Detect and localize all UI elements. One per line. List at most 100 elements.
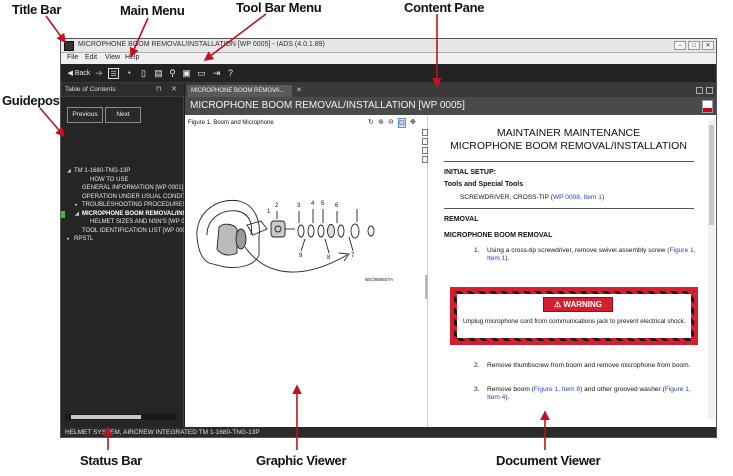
collapse-arrow-icon[interactable]: ◢ <box>67 167 71 176</box>
toc-item[interactable]: HELMET SIZES AND NSN'S [WP 0007] <box>61 218 184 227</box>
tools-heading: Tools and Special Tools <box>444 181 524 188</box>
toc-item[interactable]: HOW TO USE <box>61 176 184 185</box>
figure-title: Figure 1. Boom and Microphone <box>188 120 274 126</box>
expand-arrow-icon[interactable]: ▸ <box>75 201 78 210</box>
step-1-number: 1. <box>474 247 480 254</box>
notes-icon[interactable]: ▤ <box>153 68 164 79</box>
document-tab[interactable]: MICROPHONE BOOM REMOVA... <box>187 85 292 97</box>
sidebar-tool-1-icon[interactable] <box>422 129 428 136</box>
callout-number-4: 4 <box>311 201 315 207</box>
sidebar-tool-3-icon[interactable] <box>422 147 428 154</box>
menu-edit[interactable]: Edit <box>85 54 97 61</box>
collapse-arrow-icon[interactable]: ◢ <box>75 210 79 219</box>
next-button[interactable]: Next <box>105 107 141 123</box>
step-1-text: Using a cross-tip screwdriver, remove sw… <box>487 247 696 263</box>
heading-rule <box>444 161 694 162</box>
sidebar-tool-2-icon[interactable] <box>422 138 428 145</box>
tool-item-link[interactable]: WP 0008, Item 1 <box>553 194 602 201</box>
toc-item[interactable]: ◢ TM 1-1680-TNG-13P <box>61 167 184 176</box>
rotate-icon[interactable]: ↻ <box>368 118 374 126</box>
zoom-out-icon[interactable]: ⊖ <box>388 118 394 126</box>
callout-content-pane: Content Pane <box>404 0 485 15</box>
toc-horizontal-scrollbar[interactable] <box>65 414 177 420</box>
callout-tool-bar-menu: Tool Bar Menu <box>236 0 322 15</box>
viewer-splitter[interactable] <box>425 275 428 299</box>
tool-item: SCREWDRIVER, CROSS-TIP (WP 0008, Item 1) <box>460 194 605 201</box>
toc-item[interactable]: TOOL IDENTIFICATION LIST [WP 0008] <box>61 227 184 236</box>
warning-text: Unplug microphone cord from communicatio… <box>463 318 686 325</box>
callout-main-menu: Main Menu <box>120 3 185 18</box>
boom-microphone-illustration: 1 2 3 4 5 6 7 8 9 NEO0805STA <box>196 199 393 282</box>
close-button[interactable]: ✕ <box>702 41 714 50</box>
toc-item[interactable]: ◢MICROPHONE BOOM REMOVAL/INSTAL <box>61 210 184 219</box>
document-header: MICROPHONE BOOM REMOVAL/INSTALLATION [WP… <box>185 97 716 115</box>
current-location-marker <box>61 210 65 218</box>
tool-bar-menu: ◀ Back ➔ ☰ ◔ ▯ ▤ ⚲ ▣ ▭ ⇥ ? <box>61 64 716 83</box>
figure-code: NEO0805STA <box>365 277 393 282</box>
tab-maximize-icon[interactable] <box>706 87 713 94</box>
step-3-link-a[interactable]: Figure 1, Item 8 <box>534 386 580 393</box>
document-tab-bar: MICROPHONE BOOM REMOVA... ✕ <box>185 83 716 97</box>
sidebar-tool-4-icon[interactable] <box>422 156 428 163</box>
toc-title: Table of Contents <box>65 86 116 93</box>
removal-heading: REMOVAL <box>444 216 479 223</box>
tab-restore-icon[interactable] <box>696 87 703 94</box>
toc-item-label: HOW TO USE <box>90 176 129 183</box>
comment-icon[interactable]: ▭ <box>196 68 207 79</box>
fit-icon[interactable]: ⊡ <box>398 118 406 128</box>
bookmark-icon[interactable]: ▯ <box>138 68 149 79</box>
exit-icon[interactable]: ⇥ <box>211 68 222 79</box>
callout-status-bar: Status Bar <box>80 453 143 468</box>
callout-number-8: 8 <box>327 255 331 261</box>
step-3-number: 3. <box>474 386 480 393</box>
forward-button[interactable]: ➔ <box>94 68 104 79</box>
toc-header: Table of Contents ⊓ ✕ <box>61 83 184 97</box>
app-icon <box>64 41 74 51</box>
maximize-button[interactable]: □ <box>688 41 700 50</box>
menu-file[interactable]: File <box>67 54 78 61</box>
tab-close-icon[interactable]: ✕ <box>296 86 302 94</box>
app-window: MICROPHONE BOOM REMOVAL/INSTALLATION [WP… <box>60 38 717 438</box>
callout-number-9: 9 <box>299 253 303 259</box>
toc-item-label: TROUBLESHOOTING PROCEDURES [WP 0( <box>82 202 184 208</box>
callout-graphic-viewer: Graphic Viewer <box>256 453 347 468</box>
history-icon[interactable]: ◔ <box>123 68 134 79</box>
step-3-text: Remove boom (Figure 1, Item 8) and other… <box>487 386 691 402</box>
callout-document-viewer: Document Viewer <box>496 453 601 468</box>
menu-view[interactable]: View <box>105 54 120 61</box>
zoom-in-icon[interactable]: ⊕ <box>378 118 384 126</box>
close-panel-icon[interactable]: ✕ <box>171 85 177 93</box>
toc-item-label: TOOL IDENTIFICATION LIST [WP 0008] <box>82 227 184 234</box>
callout-number-2: 2 <box>275 203 279 209</box>
status-text: HELMET SYSTEM, AIRCREW INTEGRATED TM 1-1… <box>65 429 260 436</box>
print-icon[interactable]: ▣ <box>181 68 192 79</box>
pin-icon[interactable]: ⊓ <box>156 85 161 93</box>
callout-title-bar: Title Bar <box>12 2 62 17</box>
window-title: MICROPHONE BOOM REMOVAL/INSTALLATION [WP… <box>78 41 325 48</box>
expand-arrow-icon[interactable]: ▸ <box>67 235 70 244</box>
document-vertical-scrollbar[interactable] <box>708 119 715 419</box>
toc-item[interactable]: ▸ RPSTL <box>61 235 184 244</box>
table-of-contents-panel: Table of Contents ⊓ ✕ Previous Next ◢ TM … <box>61 83 184 427</box>
warning-badge: ⚠ WARNING <box>543 297 613 312</box>
callout-number-6: 6 <box>335 203 339 209</box>
toc-item-label: OPERATION UNDER USUAL CONDITIONS <box>82 193 184 200</box>
toc-icon[interactable]: ☰ <box>108 68 119 79</box>
back-button[interactable]: ◀ Back <box>65 68 93 79</box>
toc-item[interactable]: GENERAL INFORMATION [WP 0001] <box>61 184 184 193</box>
minimize-button[interactable]: – <box>674 41 686 50</box>
previous-button[interactable]: Previous <box>67 107 103 123</box>
help-icon[interactable]: ? <box>225 68 236 79</box>
graphic-viewer: Figure 1. Boom and Microphone ↻ ⊕ ⊖ ⊡ ✥ <box>185 115 428 427</box>
toc-item[interactable]: OPERATION UNDER USUAL CONDITIONS <box>61 193 184 202</box>
step-2-text: Remove thumbscrew from boom and remove m… <box>487 362 691 369</box>
menu-help[interactable]: Help <box>125 54 139 61</box>
pan-icon[interactable]: ✥ <box>410 118 416 126</box>
toc-item[interactable]: ▸ TROUBLESHOOTING PROCEDURES [WP 0( <box>61 201 184 210</box>
boom-removal-heading: MICROPHONE BOOM REMOVAL <box>444 232 553 239</box>
document-header-title: MICROPHONE BOOM REMOVAL/INSTALLATION [WP… <box>190 100 465 111</box>
toc-item-label: MICROPHONE BOOM REMOVAL/INSTAL <box>82 210 184 217</box>
callout-number-3: 3 <box>297 203 301 209</box>
pdf-icon[interactable] <box>702 100 713 113</box>
search-icon[interactable]: ⚲ <box>167 68 178 79</box>
